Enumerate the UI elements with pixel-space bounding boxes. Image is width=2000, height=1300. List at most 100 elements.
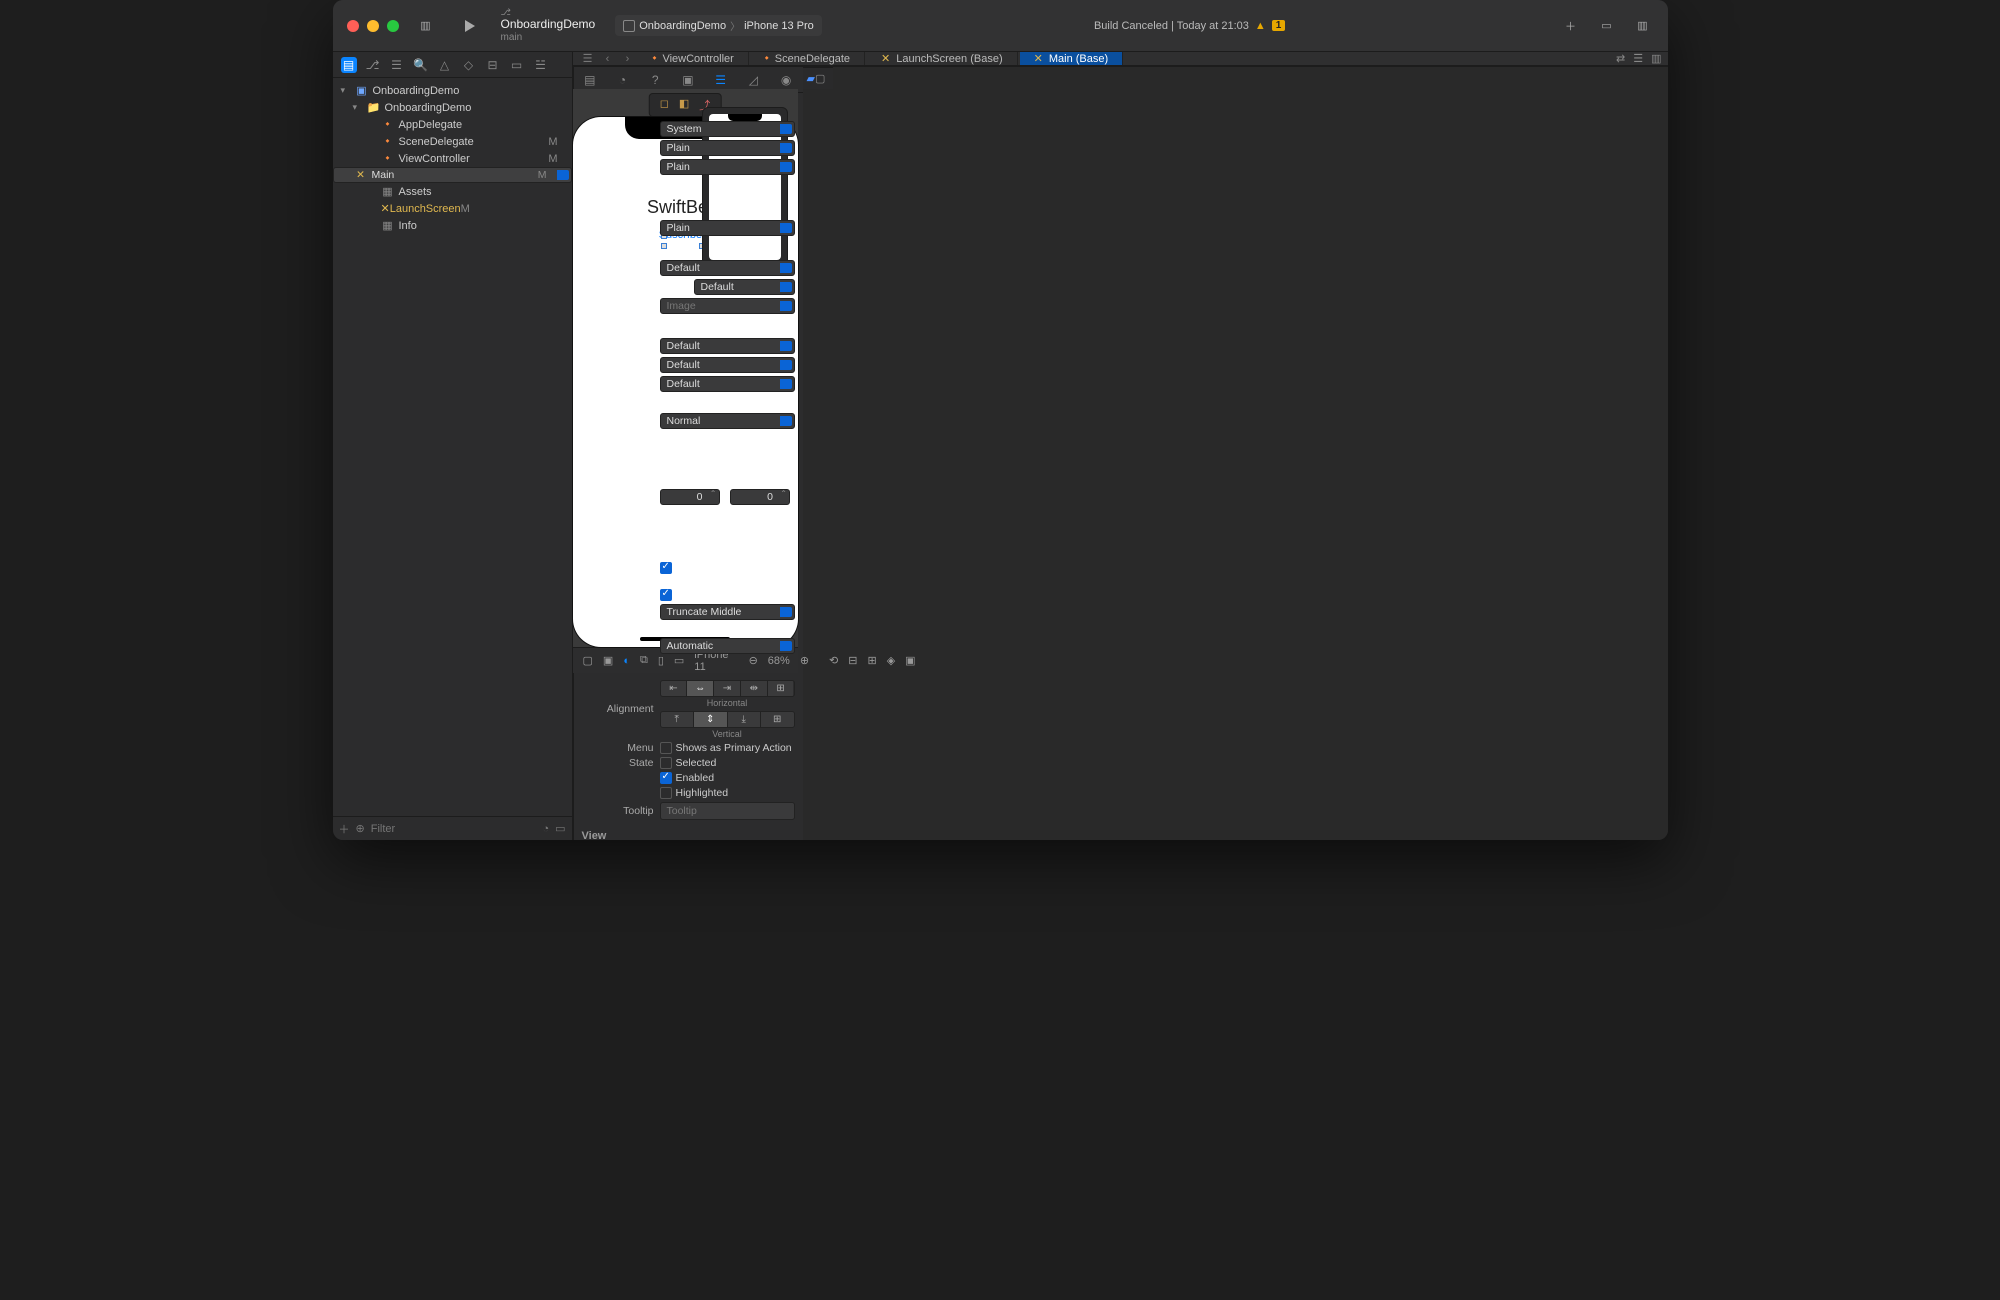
project-name: OnboardingDemo xyxy=(501,18,596,31)
debug-navigator-icon[interactable]: ⊟ xyxy=(485,57,501,73)
shadow-height-input[interactable]: 0 xyxy=(730,489,790,505)
highlighted-check[interactable] xyxy=(660,787,672,799)
test-navigator-icon[interactable]: ◇ xyxy=(461,57,477,73)
insets-select[interactable]: Default xyxy=(660,376,795,392)
subtitle-mode-select[interactable]: Plain xyxy=(660,220,795,236)
filter-icon[interactable]: ⊕ xyxy=(356,822,365,835)
behavior-select[interactable]: Automatic xyxy=(660,638,795,654)
tab-bar: ☰ ‹ › ⬩ViewController ⬩SceneDelegate ✕La… xyxy=(573,52,1668,66)
warning-icon[interactable]: ▲ xyxy=(1255,20,1266,32)
history-inspector-icon[interactable]: ◔ xyxy=(614,71,632,89)
add-editor-icon[interactable]: ▥ xyxy=(1651,52,1661,65)
project-block[interactable]: ⎇ OnboardingDemo main xyxy=(501,8,596,42)
tooltip-input[interactable]: Tooltip xyxy=(660,802,795,820)
h-align-segment[interactable]: ⇤⇔⇥⇹⊞ xyxy=(660,680,795,697)
project-navigator-icon[interactable]: ▤ xyxy=(341,57,357,73)
clock-icon[interactable]: ◔ xyxy=(542,823,549,835)
tab-viewcontroller[interactable]: ⬩ViewController xyxy=(639,52,749,65)
zoom-in-icon[interactable]: ⊕ xyxy=(800,654,809,667)
related-items-icon[interactable]: ☰ xyxy=(579,52,597,65)
forward-icon[interactable]: › xyxy=(619,53,637,65)
align-icon[interactable]: ⊟ xyxy=(848,654,857,667)
file-appdelegate[interactable]: ⬩AppDelegate xyxy=(333,116,572,133)
file-main[interactable]: ✕MainM xyxy=(333,167,572,183)
scm-icon[interactable]: ▭ xyxy=(555,822,565,835)
device-config-icon[interactable]: ▢ xyxy=(583,654,593,667)
project-group[interactable]: ▾📁OnboardingDemo xyxy=(333,99,572,116)
orientation-icon[interactable]: ▣ xyxy=(603,654,613,667)
issue-navigator-icon[interactable]: △ xyxy=(437,57,453,73)
symbol-navigator-icon[interactable]: ☰ xyxy=(389,57,405,73)
disadjusts-check[interactable] xyxy=(660,589,672,601)
alignment-select[interactable]: Default xyxy=(660,260,795,276)
close-icon[interactable] xyxy=(347,20,359,32)
connections-inspector-icon[interactable]: ◉ xyxy=(777,71,795,89)
warning-count[interactable]: 1 xyxy=(1272,20,1286,31)
add-icon[interactable]: ＋ xyxy=(1558,13,1584,39)
type-select[interactable]: System xyxy=(660,121,795,137)
zoom-level[interactable]: 68% xyxy=(768,655,790,667)
add-file-icon[interactable]: ＋ xyxy=(339,821,350,837)
corner-select[interactable]: Default xyxy=(660,357,795,373)
file-viewcontroller[interactable]: ⬩ViewControllerM xyxy=(333,150,572,167)
embed-icon[interactable]: ▣ xyxy=(905,654,915,667)
file-launchscreen[interactable]: ✕LaunchScreenM xyxy=(333,200,572,217)
style-select[interactable]: Plain xyxy=(660,140,795,156)
breakpoint-toggle-icon[interactable]: ▰ xyxy=(807,72,815,85)
project-tree: ▾▣OnboardingDemo ▾📁OnboardingDemo ⬩AppDe… xyxy=(333,78,572,816)
window-controls xyxy=(333,20,413,32)
navigator-footer: ＋ ⊕ ◔ ▭ xyxy=(333,816,572,840)
resolve-icon[interactable]: ◈ xyxy=(887,654,895,667)
file-inspector-icon[interactable]: ▤ xyxy=(581,71,599,89)
enabled-check[interactable] xyxy=(660,772,672,784)
hladjusts-check[interactable] xyxy=(660,562,672,574)
device-icon[interactable]: ▯ xyxy=(658,654,664,667)
tab-main[interactable]: ✕Main (Base) xyxy=(1020,52,1124,65)
branch-name: main xyxy=(501,32,596,43)
minimize-icon[interactable] xyxy=(367,20,379,32)
foreground-select[interactable]: Default xyxy=(694,279,795,295)
pin-icon[interactable]: ⊞ xyxy=(867,654,876,667)
size-inspector-icon[interactable]: ◿ xyxy=(744,71,762,89)
source-control-icon[interactable]: ⎇ xyxy=(365,57,381,73)
toggle-left-sidebar-icon[interactable]: ▥ xyxy=(413,13,439,39)
file-info[interactable]: ▦Info xyxy=(333,217,572,234)
file-scenedelegate[interactable]: ⬩SceneDelegateM xyxy=(333,133,572,150)
toggle-right-sidebar-icon[interactable]: ▥ xyxy=(1630,13,1656,39)
role-select[interactable]: Normal xyxy=(660,413,795,429)
console-icon[interactable]: ▢ xyxy=(815,72,825,85)
adjust-editor-icon[interactable]: ☰ xyxy=(1633,52,1643,65)
tab-scenedelegate[interactable]: ⬩SceneDelegate xyxy=(751,52,865,65)
constraints-icon[interactable]: ⟲ xyxy=(829,654,838,667)
help-inspector-icon[interactable]: ? xyxy=(646,71,664,89)
run-button[interactable] xyxy=(457,13,483,39)
appearance-icon[interactable]: ◐ xyxy=(623,655,630,667)
title-mode-select[interactable]: Plain xyxy=(660,159,795,175)
chevron-right-icon: 〉 xyxy=(730,18,740,33)
selected-check[interactable] xyxy=(660,757,672,769)
library-icon[interactable]: ▭ xyxy=(1594,13,1620,39)
breakpoint-navigator-icon[interactable]: ▭ xyxy=(509,57,525,73)
editor-options-icon[interactable]: ⇄ xyxy=(1616,52,1625,65)
layout-icon[interactable]: ▭ xyxy=(674,654,684,667)
v-align-segment[interactable]: ⤒⇕⤓⊞ xyxy=(660,711,795,728)
report-navigator-icon[interactable]: ☱ xyxy=(533,57,549,73)
file-assets[interactable]: ▦Assets xyxy=(333,183,572,200)
vary-traits-icon[interactable]: ⧉ xyxy=(640,654,648,667)
find-navigator-icon[interactable]: 🔍 xyxy=(413,57,429,73)
background-select[interactable]: Default xyxy=(660,338,795,354)
image-select[interactable]: Image xyxy=(660,298,795,314)
scheme-selector[interactable]: OnboardingDemo 〉 iPhone 13 Pro xyxy=(615,15,822,36)
identity-inspector-icon[interactable]: ▣ xyxy=(679,71,697,89)
attributes-inspector-icon[interactable]: ☰ xyxy=(712,71,730,89)
shadow-width-input[interactable]: 0 xyxy=(660,489,720,505)
project-root[interactable]: ▾▣OnboardingDemo xyxy=(333,82,572,99)
back-icon[interactable]: ‹ xyxy=(599,53,617,65)
menu2-check[interactable] xyxy=(660,742,672,754)
zoom-icon[interactable] xyxy=(387,20,399,32)
zoom-out-icon[interactable]: ⊖ xyxy=(749,654,758,667)
tab-launchscreen[interactable]: ✕LaunchScreen (Base) xyxy=(867,52,1018,65)
debug-bar: ▰ ▢ xyxy=(799,67,834,89)
linebreak-select[interactable]: Truncate Middle xyxy=(660,604,795,620)
navigator-filter-input[interactable] xyxy=(371,823,537,835)
